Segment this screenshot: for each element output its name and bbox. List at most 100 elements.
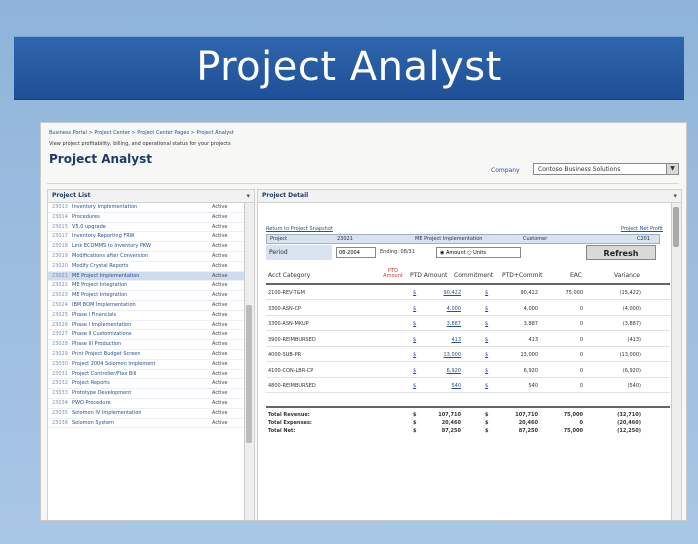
table-row: 3900-REIMBURSED $413 $413 0 (413) — [266, 334, 670, 347]
project-name-link[interactable]: Phase III Production — [72, 340, 207, 349]
project-list-scrollbar[interactable] — [244, 203, 254, 520]
project-name-link[interactable]: Project 2004 Solomon Implement — [72, 360, 207, 369]
commitment-link[interactable]: $ — [485, 318, 488, 330]
project-list-row[interactable]: 23021 ME Project Implementation Active — [48, 271, 244, 282]
ptd-amount-link[interactable]: 3,887 — [433, 318, 461, 330]
screenshot-frame: Business Portal > Project Center > Proje… — [40, 122, 687, 521]
ptd-currency-link[interactable]: $ — [413, 303, 416, 315]
ptd-amount-link[interactable]: 4,000 — [433, 303, 461, 315]
project-list-row[interactable]: 23023 ME Project Integration Active — [48, 291, 244, 301]
project-list-row[interactable]: 23018 Link ECOMMS to Inventory PKW Active — [48, 242, 244, 252]
project-list-row[interactable]: 23020 Modify Crystal Reports Active — [48, 262, 244, 272]
project-list-row[interactable]: 23025 Phase I Financials Active — [48, 311, 244, 321]
ptd-currency-link[interactable]: $ — [413, 380, 416, 392]
ptd-amount-link[interactable]: 6,920 — [433, 365, 461, 377]
project-list-row[interactable]: 23034 PWO Procedure Active — [48, 399, 244, 409]
project-list-row[interactable]: 23027 Phase II Customizations Active — [48, 330, 244, 341]
summary-row: Total Expenses: $20,460 $20,460 0 (20,460) — [266, 420, 670, 427]
panel-menu-icon[interactable]: ▾ — [673, 190, 677, 202]
scrollbar-thumb[interactable] — [673, 207, 679, 247]
project-list-row[interactable]: 23031 Project Controller/Flex Bill Active — [48, 370, 244, 380]
project-name-link[interactable]: ME Project Integration — [72, 281, 207, 290]
project-name-link[interactable]: ME Project Integration — [72, 291, 207, 300]
project-name-link[interactable]: Modifications after Conversion — [72, 252, 207, 261]
ptd-currency-link[interactable]: $ — [413, 318, 416, 330]
project-name-link[interactable]: ME Project Implementation — [72, 272, 207, 281]
refresh-button[interactable]: Refresh — [586, 245, 656, 260]
ptd-currency-link[interactable]: $ — [413, 349, 416, 361]
project-name-link[interactable]: Modify Crystal Reports — [72, 262, 207, 271]
commitment-link[interactable]: $ — [485, 380, 488, 392]
period-label: Period — [266, 245, 332, 260]
project-name-link[interactable]: V5.0 upgrade — [72, 223, 207, 232]
commitment-link[interactable]: $ — [485, 349, 488, 361]
project-name-link[interactable]: Phase I Financials — [72, 311, 207, 320]
breadcrumb[interactable]: Business Portal > Project Center > Proje… — [49, 130, 234, 136]
acct-category: 4100-CON-LBR-CP — [268, 367, 314, 374]
project-list-row[interactable]: 23028 Phase III Production Active — [48, 340, 244, 350]
period-input[interactable]: 08-2004 — [336, 247, 376, 258]
project-name-link[interactable]: Print Project Budget Screen — [72, 350, 207, 359]
project-list-row[interactable]: 23036 Solomon System Active — [48, 419, 244, 429]
project-name-link[interactable]: Link ECOMMS to Inventory PKW — [72, 242, 207, 251]
project-list-row[interactable]: 23032 Project Reports Active — [48, 379, 244, 390]
ptd-currency-link[interactable]: $ — [413, 334, 416, 346]
project-list-row[interactable]: 23026 Phase I Implementation Active — [48, 321, 244, 331]
col-eac: EAC — [570, 272, 582, 279]
project-name-link[interactable]: Prototype Development — [72, 389, 207, 398]
project-list-row[interactable]: 23030 Project 2004 Solomon Implement Activ… — [48, 360, 244, 370]
project-list-row[interactable]: 23017 Inventory Reporting FRW Active — [48, 232, 244, 243]
project-status: Active — [212, 380, 228, 387]
commitment-link[interactable]: $ — [485, 287, 488, 299]
project-list-row[interactable]: 23019 Modifications after Conversion Activ… — [48, 252, 244, 262]
return-to-snapshot-link[interactable]: Return to Project Snapshot — [266, 226, 333, 232]
project-name-link[interactable]: Inventory Implementation — [72, 203, 207, 212]
net-profit-link[interactable]: Project Net Profit — [621, 226, 663, 232]
panel-menu-icon[interactable]: ▾ — [246, 190, 250, 202]
commitment-link[interactable]: $ — [485, 334, 488, 346]
project-list-row[interactable]: 23022 ME Project Integration Active — [48, 281, 244, 292]
project-list-row[interactable]: 23015 V5.0 upgrade Active — [48, 223, 244, 233]
table-row: 3300-ASN-MKUP $3,887 $3,887 0 (3,887) — [266, 318, 670, 331]
project-name-link[interactable]: PWO Procedure — [72, 399, 207, 408]
project-name-link[interactable]: IBM BOM Implementation — [72, 301, 207, 310]
summary-eac: 75,000 — [563, 428, 583, 434]
amount-units-toggle[interactable]: ◉ Amount ○ Units — [436, 247, 521, 258]
acct-category: 4800-REIMBURSED — [268, 383, 316, 389]
scrollbar-thumb[interactable] — [246, 305, 252, 443]
commitment-link[interactable]: $ — [485, 365, 488, 377]
project-name-link[interactable]: Project Controller/Flex Bill — [72, 370, 207, 379]
project-name-link[interactable]: Phase II Customizations — [72, 330, 207, 339]
col-ptd-flag: PTD Amount — [383, 268, 403, 279]
ptd-currency-link[interactable]: $ — [413, 365, 416, 377]
ptd-amount-link[interactable]: 540 — [433, 380, 461, 392]
project-id: 23022 — [52, 282, 68, 289]
project-list-row[interactable]: 23013 Inventory Implementation Active — [48, 203, 244, 213]
commitment-link[interactable]: $ — [485, 303, 488, 315]
ptd-currency-link[interactable]: $ — [413, 287, 416, 299]
units-radio[interactable]: ○ Units — [467, 250, 486, 256]
project-detail-scrollbar[interactable] — [671, 203, 681, 520]
ptd-amount-link[interactable]: 90,422 — [433, 287, 462, 299]
ptd-amount-link[interactable]: 413 — [433, 334, 461, 346]
project-name-link[interactable]: Solomon IV Implementation — [72, 409, 207, 418]
project-list-title: Project List — [52, 192, 91, 199]
project-name-link[interactable]: Phase I Implementation — [72, 321, 207, 330]
amount-radio[interactable]: ◉ Amount — [440, 250, 466, 256]
project-list-row[interactable]: 23024 IBM BOM Implementation Active — [48, 301, 244, 311]
project-name-link[interactable]: Solomon System — [72, 419, 207, 428]
project-list-row[interactable]: 23033 Prototype Development Active — [48, 389, 244, 399]
project-list-row[interactable]: 23014 Procedures Active — [48, 213, 244, 223]
company-select[interactable]: Contoso Business Solutions ▼ — [533, 163, 679, 175]
project-id: 23024 — [52, 301, 68, 308]
project-list-row[interactable]: 23035 Solomon IV Implementation Active — [48, 409, 244, 419]
project-name-link[interactable]: Project Reports — [72, 379, 207, 388]
variance-value: (13,000) — [619, 352, 641, 358]
project-list-row[interactable]: 23029 Print Project Budget Screen Active — [48, 350, 244, 360]
project-name-link[interactable]: Procedures — [72, 213, 207, 222]
chevron-down-icon[interactable]: ▼ — [666, 164, 678, 174]
project-status: Active — [212, 204, 228, 210]
project-list-header: Project List ▾ — [48, 190, 254, 203]
ptd-amount-link[interactable]: 13,000 — [433, 349, 462, 361]
project-name-link[interactable]: Inventory Reporting FRW — [72, 232, 207, 241]
